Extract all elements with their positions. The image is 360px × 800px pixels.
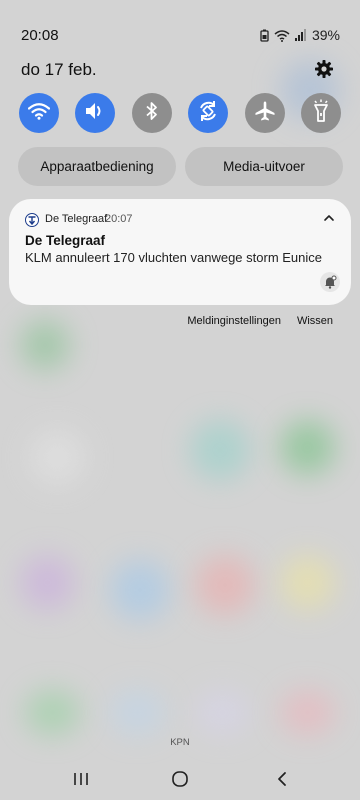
notification-app-name: De Telegraaf [45, 213, 108, 225]
clear-notifications-button[interactable]: Wissen [297, 315, 333, 327]
notification-body: KLM annuleert 170 vluchten vanwege storm… [25, 250, 323, 265]
recent-apps-icon[interactable] [70, 769, 92, 789]
flashlight-icon [312, 99, 330, 128]
sound-toggle[interactable] [75, 93, 116, 133]
wifi-toggle[interactable] [19, 93, 59, 133]
rotate-icon [197, 100, 219, 127]
volume-icon [84, 101, 106, 126]
chevron-up-icon[interactable] [321, 210, 337, 226]
device-control-button[interactable]: Apparaatbediening [18, 147, 176, 186]
gear-icon[interactable] [314, 59, 334, 79]
status-time: 20:08 [21, 27, 59, 44]
back-icon[interactable] [271, 769, 293, 789]
navigation-bar [0, 760, 360, 800]
notification-card[interactable]: De Telegraaf 20:07 De Telegraaf KLM annu… [9, 199, 351, 305]
bluetooth-toggle[interactable] [131, 93, 172, 133]
battery-saver-icon [260, 29, 269, 42]
status-icons: 39% [260, 27, 340, 43]
wifi-icon [274, 29, 290, 42]
flashlight-toggle[interactable] [300, 93, 341, 133]
notification-actions: Meldinginstellingen Wissen [187, 315, 333, 327]
home-icon[interactable] [169, 769, 191, 789]
airplane-icon [254, 100, 276, 127]
signal-icon [294, 29, 307, 41]
notification-title: De Telegraaf [25, 233, 106, 248]
airplane-mode-toggle[interactable] [244, 93, 285, 133]
auto-rotate-toggle[interactable] [188, 93, 229, 133]
quick-actions-row: Apparaatbediening Media-uitvoer [18, 147, 343, 186]
telegraaf-logo-icon [25, 213, 39, 227]
snooze-bell-icon[interactable] [320, 272, 340, 292]
carrier-label: KPN [170, 737, 190, 748]
notification-time: 20:07 [105, 213, 133, 225]
quick-settings-row [19, 93, 341, 133]
wifi-icon [27, 102, 51, 125]
battery-percentage: 39% [311, 27, 340, 43]
media-output-button[interactable]: Media-uitvoer [185, 147, 343, 186]
notification-settings-button[interactable]: Meldinginstellingen [187, 315, 281, 327]
date-label: do 17 feb. [21, 60, 97, 79]
bluetooth-icon [145, 101, 159, 126]
